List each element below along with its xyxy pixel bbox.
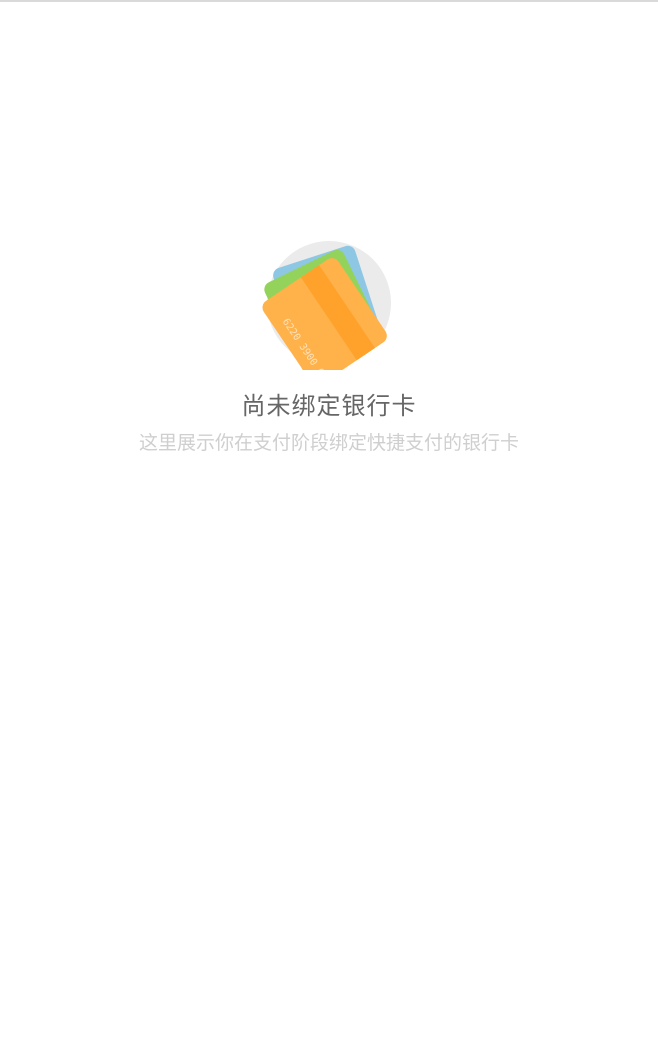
empty-subtitle: 这里展示你在支付阶段绑定快捷支付的银行卡 (138, 432, 519, 454)
bank-cards-icon: 6220 3900 07 (262, 241, 391, 370)
top-divider (0, 0, 658, 2)
empty-title: 尚未绑定银行卡 (241, 392, 417, 420)
